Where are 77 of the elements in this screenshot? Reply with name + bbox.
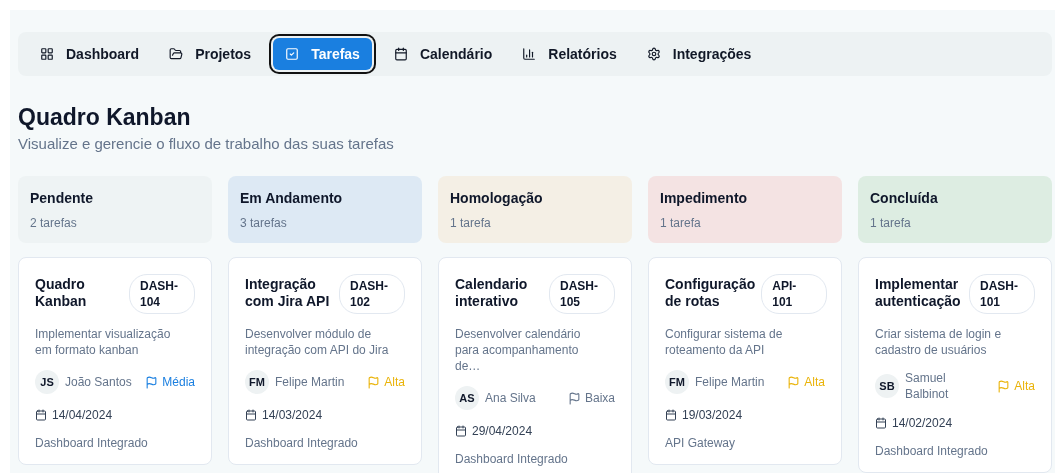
flag-icon [567, 391, 581, 405]
task-id-tag: DASH-102 [339, 274, 405, 314]
assignee-name: Felipe Martin [275, 374, 346, 390]
task-count: 1 tarefa [660, 216, 702, 230]
avatar: FM [245, 370, 269, 394]
nav-tab[interactable]: Integrações [634, 38, 764, 70]
task-card[interactable]: Configuração de rotas API-101 Configurar sistema de roteamento da API FM Felipe Martin Alta 19/03/2024 API Gateway [648, 257, 842, 465]
calendar-icon [875, 417, 887, 429]
task-id-tag: DASH-101 [969, 274, 1035, 314]
card-title: Configuração de rotas [665, 275, 756, 310]
folder-icon [169, 47, 184, 61]
task-count: 1 tarefa [450, 216, 492, 230]
page-subtitle: Visualize e gerencie o fluxo de trabalho das suas tarefas [18, 135, 395, 152]
column-title: Impedimento [660, 190, 749, 206]
assignee-name: Ana Silva [485, 390, 537, 406]
flag-icon [145, 375, 159, 389]
calendar-icon [393, 47, 408, 61]
column-title: Concluída [870, 190, 939, 206]
calendar-icon [35, 409, 47, 421]
priority-label: Alta [997, 379, 1035, 393]
calendar-icon [665, 409, 677, 421]
task-count: 3 tarefas [240, 216, 288, 230]
checkbox-icon [285, 47, 300, 61]
due-date: 29/04/2024 [472, 424, 533, 438]
card-description: Desenvolver calendário para acompanhamento de… [455, 326, 582, 374]
avatar: SB [875, 374, 899, 398]
project-name: API Gateway [665, 436, 737, 450]
task-count: 2 tarefas [30, 216, 78, 230]
assignee-name: Felipe Martin [695, 374, 766, 390]
project-name: Dashboard Integrado [245, 436, 359, 450]
due-date: 14/03/2024 [262, 408, 323, 422]
task-id-tag: DASH-105 [549, 274, 615, 314]
priority-label: Alta [367, 375, 405, 389]
column-title: Em Andamento [240, 190, 344, 206]
calendar-icon [245, 409, 257, 421]
assignee-name: Samuel Balbinot [905, 370, 950, 402]
task-card[interactable]: Integração com Jira API DASH-102 Desenvolver módulo de integração com API do Jira FM Felipe Martin Alta 14/03/2024 Dashboard Integrado [228, 257, 422, 465]
card-description: Implementar visualização em formato kanban [35, 326, 172, 358]
flag-icon [367, 375, 381, 389]
assignee-name: João Santos [65, 374, 133, 390]
card-description: Configurar sistema de roteamento da API [665, 326, 784, 358]
priority-label: Baixa [567, 391, 615, 405]
card-description: Desenvolver módulo de integração com API do Jira [245, 326, 390, 358]
nav-tab[interactable]: Dashboard [28, 38, 152, 70]
card-title: Quadro Kanban [35, 275, 88, 310]
due-date: 19/03/2024 [682, 408, 743, 422]
avatar: AS [455, 386, 479, 410]
nav-tab[interactable]: Projetos [157, 38, 264, 70]
calendar-icon [455, 425, 467, 437]
avatar: FM [665, 370, 689, 394]
task-card[interactable]: Calendario interativo DASH-105 Desenvolver calendário para acompanhamento de… AS Ana Silva Baixa 29/04/2024 Dashboard Integrado [438, 257, 632, 473]
task-count: 1 tarefa [870, 216, 912, 230]
nav-tab[interactable]: Calendário [381, 38, 505, 70]
column-title: Pendente [30, 190, 94, 206]
priority-label: Média [145, 375, 195, 389]
card-title: Calendario interativo [455, 275, 529, 310]
project-name: Dashboard Integrado [455, 452, 569, 466]
card-description: Criar sistema de login e cadastro de usuários [875, 326, 1003, 358]
bar-chart-icon [522, 47, 537, 61]
task-card[interactable]: Quadro Kanban DASH-104 Implementar visualização em formato kanban JS João Santos Média 14/04/2024 Dashboard Integrado [18, 257, 212, 465]
due-date: 14/04/2024 [52, 408, 113, 422]
task-id-tag: DASH-104 [129, 274, 195, 314]
nav-tab[interactable]: Relatórios [510, 38, 629, 70]
due-date: 14/02/2024 [892, 416, 953, 430]
avatar: JS [35, 370, 59, 394]
card-title: Integração com Jira API [245, 275, 331, 310]
column-title: Homologação [450, 190, 544, 206]
settings-icon [646, 47, 661, 61]
priority-label: Alta [787, 375, 825, 389]
project-name: Dashboard Integrado [875, 444, 989, 458]
flag-icon [997, 379, 1011, 393]
flag-icon [787, 375, 801, 389]
task-id-tag: API-101 [761, 274, 828, 314]
grid-icon [40, 47, 54, 61]
card-title: Implementar autenticação [875, 275, 962, 310]
page-title: Quadro Kanban [18, 104, 192, 131]
project-name: Dashboard Integrado [35, 436, 149, 450]
